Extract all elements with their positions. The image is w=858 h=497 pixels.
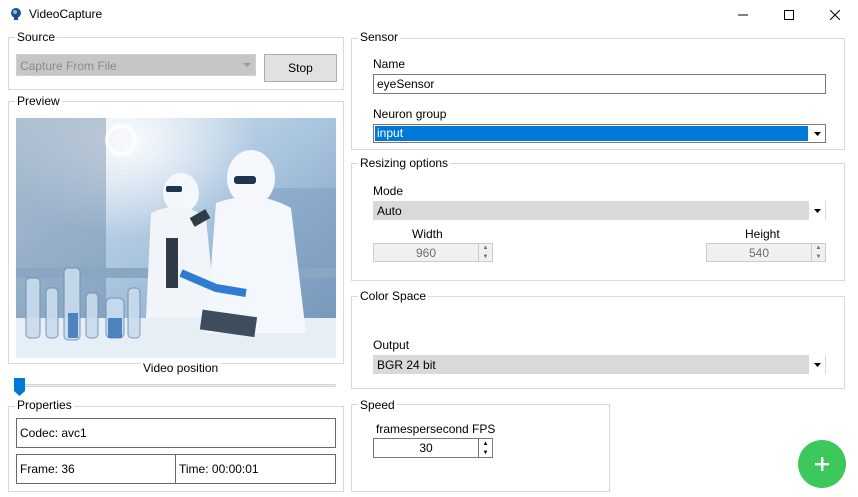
time-field: Time: 00:00:01: [175, 454, 336, 484]
video-position-slider[interactable]: [14, 378, 336, 396]
stop-button-label: Stop: [288, 61, 313, 75]
name-input-value: eyeSensor: [377, 77, 435, 91]
properties-group-label: Properties: [15, 398, 74, 412]
height-label: Height: [745, 227, 780, 241]
width-stepper-buttons[interactable]: ▲ ▼: [478, 244, 492, 261]
preview-group-label: Preview: [15, 94, 62, 108]
close-button[interactable]: [812, 0, 858, 30]
sensor-group-label: Sensor: [358, 30, 401, 44]
close-icon: [830, 10, 840, 20]
plus-icon: [815, 457, 829, 471]
height-stepper-buttons[interactable]: ▲ ▼: [811, 244, 825, 261]
chevron-down-icon: [813, 362, 821, 367]
spin-down-icon[interactable]: ▼: [479, 253, 492, 262]
mode-select-value: Auto: [377, 203, 402, 218]
name-input[interactable]: eyeSensor: [373, 74, 826, 94]
height-value: 540: [748, 245, 770, 260]
stop-button[interactable]: Stop: [264, 54, 337, 82]
neuron-group-dropdown-button[interactable]: [809, 125, 825, 142]
output-label: Output: [373, 338, 410, 352]
slider-track: [16, 384, 336, 387]
fps-stepper[interactable]: 30 ▲ ▼: [373, 438, 493, 458]
chevron-down-icon: [243, 63, 251, 67]
spin-up-icon[interactable]: ▲: [479, 439, 492, 448]
name-label: Name: [373, 57, 406, 71]
slider-thumb[interactable]: [14, 378, 26, 396]
mode-label: Mode: [373, 184, 404, 198]
chevron-down-icon: [813, 208, 821, 213]
width-label: Width: [412, 227, 443, 241]
add-button[interactable]: [798, 440, 846, 488]
mode-dropdown-button[interactable]: [809, 201, 825, 220]
mode-select[interactable]: Auto: [373, 201, 826, 220]
neuron-group-select[interactable]: input: [373, 124, 826, 143]
width-value: 960: [415, 245, 437, 260]
codec-field: Codec: avc1: [16, 418, 336, 448]
output-select-value: BGR 24 bit: [377, 357, 436, 372]
resizing-group: [351, 163, 845, 281]
video-frame: [16, 118, 336, 358]
fps-value: 30: [419, 441, 433, 455]
source-select-value: Capture From File: [20, 59, 117, 73]
app-icon: [11, 8, 21, 20]
source-group-label: Source: [15, 30, 58, 44]
width-stepper[interactable]: 960 ▲ ▼: [373, 243, 493, 262]
output-select[interactable]: BGR 24 bit: [373, 355, 826, 374]
spin-up-icon[interactable]: ▲: [812, 244, 825, 253]
fps-label: framespersecond FPS: [376, 422, 496, 436]
spin-down-icon[interactable]: ▼: [479, 448, 492, 457]
color-space-group: [351, 296, 845, 389]
title-bar: VideoCapture: [0, 0, 858, 30]
maximize-button[interactable]: [766, 0, 812, 30]
fps-stepper-buttons[interactable]: ▲ ▼: [478, 439, 492, 457]
video-position-label: Video position: [141, 361, 221, 375]
spin-down-icon[interactable]: ▼: [812, 253, 825, 262]
resizing-group-label: Resizing options: [358, 156, 451, 170]
source-select[interactable]: Capture From File: [16, 54, 256, 76]
frame-field: Frame: 36: [16, 454, 176, 484]
maximize-icon: [784, 10, 794, 20]
height-stepper[interactable]: 540 ▲ ▼: [706, 243, 826, 262]
minimize-icon: [738, 14, 748, 16]
output-dropdown-button[interactable]: [809, 355, 825, 374]
chevron-down-icon: [813, 131, 821, 136]
neuron-group-value: input: [375, 126, 808, 141]
color-space-group-label: Color Space: [358, 289, 429, 303]
minimize-button[interactable]: [720, 0, 766, 30]
speed-group-label: Speed: [358, 398, 397, 412]
spin-up-icon[interactable]: ▲: [479, 244, 492, 253]
window-title: VideoCapture: [29, 7, 103, 21]
neuron-group-label: Neuron group: [373, 107, 447, 121]
